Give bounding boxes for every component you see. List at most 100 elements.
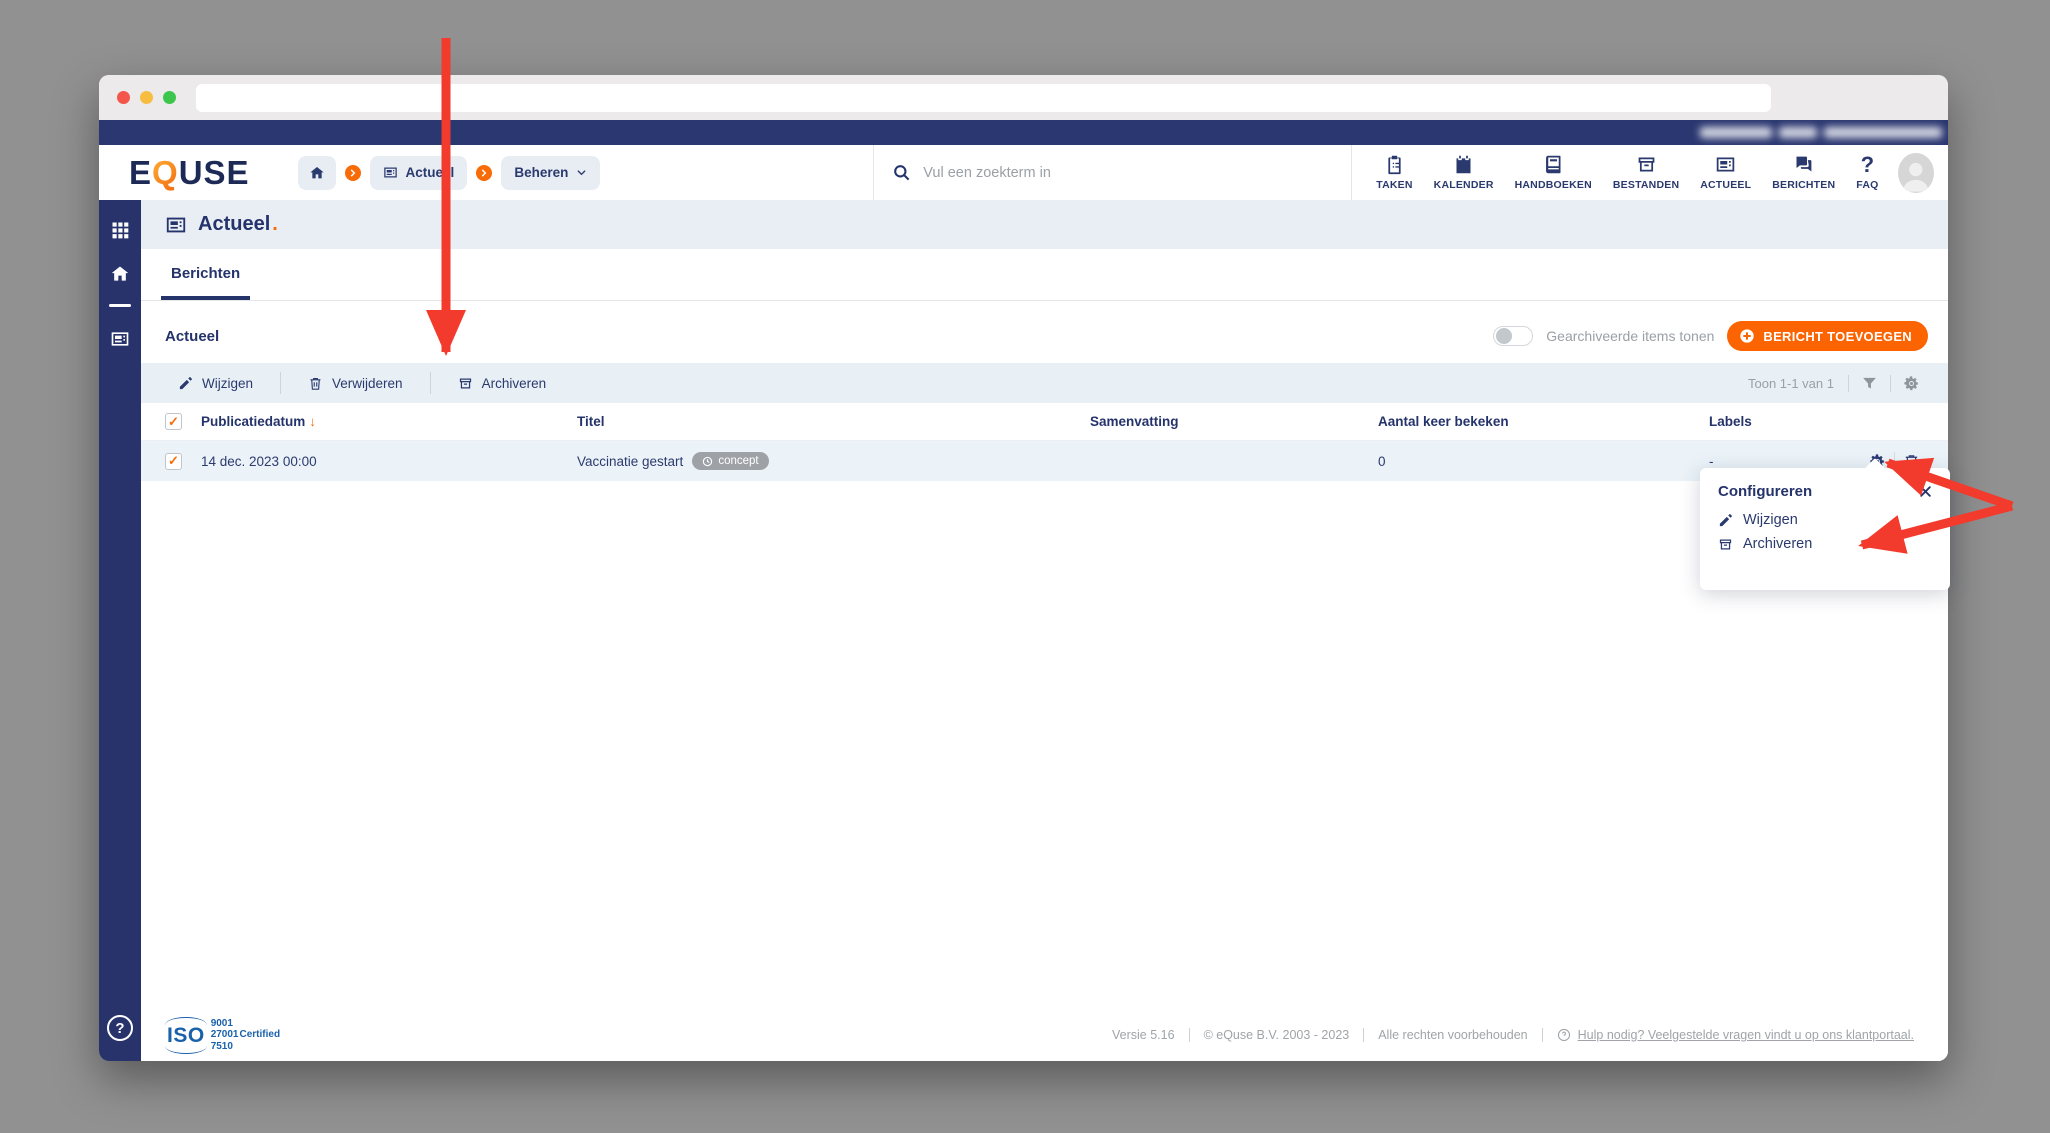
copyright-label: © eQuse B.V. 2003 - 2023 xyxy=(1188,1028,1364,1042)
nav-label: TAKEN xyxy=(1376,179,1413,191)
iso-wordmark: ISO xyxy=(165,1016,207,1054)
breadcrumb-actueel[interactable]: Actueel xyxy=(369,155,468,190)
iso-certified-label: Certified xyxy=(239,1029,281,1041)
user-avatar[interactable] xyxy=(1898,152,1934,193)
chevron-right-icon xyxy=(476,164,493,181)
chat-bubbles-icon xyxy=(1793,154,1814,175)
edit-button[interactable]: Wijzigen xyxy=(151,372,280,394)
clipboard-icon xyxy=(1384,154,1405,175)
sidebar-item-apps[interactable] xyxy=(110,220,130,240)
app-header: EQUSE Actueel Beheren TAKEN KALENDE xyxy=(99,145,1948,200)
breadcrumb-beheren-dropdown[interactable]: Beheren xyxy=(501,155,601,190)
archive-button[interactable]: Archiveren xyxy=(429,372,574,394)
nav-item-berichten[interactable]: BERICHTEN xyxy=(1772,154,1835,191)
nav-item-actueel[interactable]: ACTUEEL xyxy=(1700,154,1751,191)
sidebar-separator xyxy=(109,304,131,307)
main-panel: Actueel . Berichten Actueel Gearchiveerd… xyxy=(141,200,1948,1061)
configure-popup: Configureren Wijzigen Archiveren xyxy=(1700,458,1950,590)
home-icon xyxy=(309,165,325,181)
popup-title: Configureren xyxy=(1718,483,1813,500)
row-checkbox[interactable]: ✓ xyxy=(165,452,182,470)
nav-label: FAQ xyxy=(1856,179,1879,191)
person-icon xyxy=(1898,155,1934,193)
result-count: Toon 1-1 van 1 xyxy=(1747,375,1834,391)
search-input[interactable] xyxy=(923,164,1334,181)
sidebar-item-actueel[interactable] xyxy=(110,329,130,349)
main-nav: TAKEN KALENDER HANDBOEKEN BESTANDEN ACTU… xyxy=(1351,145,1894,200)
popup-edit-item[interactable]: Wijzigen xyxy=(1700,508,1950,532)
tab-berichten[interactable]: Berichten xyxy=(161,265,251,300)
status-badge: concept xyxy=(692,452,769,470)
gear-icon xyxy=(1903,375,1920,392)
archive-box-icon xyxy=(1718,537,1733,552)
app-root: EQUSE Actueel Beheren TAKEN KALENDE xyxy=(99,120,1948,1061)
search-icon xyxy=(892,163,911,182)
delete-button[interactable]: Verwijderen xyxy=(280,372,430,394)
select-all-checkbox[interactable]: ✓ xyxy=(165,413,182,430)
window-controls[interactable] xyxy=(117,91,176,104)
calendar-icon xyxy=(1453,154,1474,175)
nav-item-faq[interactable]: ? FAQ xyxy=(1856,152,1879,192)
cell-titel: Vaccinatie gestart concept xyxy=(577,452,1090,470)
column-aantal-keer-bekeken[interactable]: Aantal keer bekeken xyxy=(1378,414,1709,429)
column-titel[interactable]: Titel xyxy=(577,414,1090,429)
browser-window: EQUSE Actueel Beheren TAKEN KALENDE xyxy=(99,75,1948,1061)
question-mark-icon: ? xyxy=(1860,152,1875,177)
grid-icon xyxy=(110,220,130,240)
search-area xyxy=(873,145,1351,200)
help-link[interactable]: Hulp nodig? Veelgestelde vragen vindt u … xyxy=(1578,1028,1914,1042)
equse-logo[interactable]: EQUSE xyxy=(129,154,250,192)
help-button[interactable]: ? xyxy=(107,1015,133,1041)
close-icon xyxy=(1919,485,1932,498)
address-bar[interactable] xyxy=(196,83,1771,112)
column-labels[interactable]: Labels xyxy=(1709,414,1858,429)
help-link-segment: Hulp nodig? Veelgestelde vragen vindt u … xyxy=(1541,1028,1928,1042)
section-title: Actueel xyxy=(165,327,220,345)
nav-item-kalender[interactable]: KALENDER xyxy=(1434,154,1494,191)
table-header: ✓ Publicatiedatum ↓ Titel Samenvatting Aa… xyxy=(141,403,1948,441)
sidebar-item-home[interactable] xyxy=(110,264,130,284)
content-area: Actueel Gearchiveerde items tonen BERICH… xyxy=(141,301,1948,1061)
newspaper-icon xyxy=(383,165,398,180)
breadcrumb: Actueel Beheren xyxy=(297,155,601,190)
pencil-icon xyxy=(178,376,193,391)
browser-chrome xyxy=(99,75,1948,120)
nav-label: BERICHTEN xyxy=(1772,179,1836,191)
table-settings-button[interactable] xyxy=(1890,374,1932,392)
filter-button[interactable] xyxy=(1848,374,1890,392)
close-window-button[interactable] xyxy=(117,91,130,104)
chevron-down-icon xyxy=(576,167,587,178)
popup-close-button[interactable] xyxy=(1919,485,1932,498)
clock-icon xyxy=(702,456,713,467)
column-publicatiedatum[interactable]: Publicatiedatum ↓ xyxy=(201,414,577,429)
minimize-window-button[interactable] xyxy=(140,91,153,104)
newspaper-icon xyxy=(1715,154,1736,175)
home-icon xyxy=(110,264,130,284)
iso-7510: 7510 xyxy=(210,1040,233,1052)
screenshot-stage: EQUSE Actueel Beheren TAKEN KALENDE xyxy=(0,0,2050,1133)
redacted-user-info xyxy=(1700,127,1942,138)
cell-labels: - xyxy=(1709,453,1714,469)
row-delete-button[interactable] xyxy=(1895,453,1928,470)
column-samenvatting[interactable]: Samenvatting xyxy=(1090,414,1378,429)
newspaper-icon xyxy=(165,214,187,236)
sidebar: ? xyxy=(99,200,141,1061)
breadcrumb-home[interactable] xyxy=(297,155,336,190)
table-row[interactable]: ✓ 14 dec. 2023 00:00 Vaccinatie gestart … xyxy=(141,441,1948,481)
plus-circle-icon xyxy=(1739,328,1755,344)
chevron-right-icon xyxy=(344,164,361,181)
maximize-window-button[interactable] xyxy=(163,91,176,104)
tab-bar: Berichten xyxy=(141,249,1948,301)
page-title-accent: . xyxy=(272,213,278,235)
nav-item-handboeken[interactable]: HANDBOEKEN xyxy=(1515,154,1592,191)
popup-archive-item[interactable]: Archiveren xyxy=(1700,532,1950,556)
nav-item-bestanden[interactable]: BESTANDEN xyxy=(1613,154,1679,191)
iso-9001: 9001 xyxy=(210,1017,233,1029)
pencil-icon xyxy=(1718,513,1733,528)
iso-27001: 27001 xyxy=(210,1029,239,1041)
nav-item-taken[interactable]: TAKEN xyxy=(1376,154,1412,191)
page-title: Actueel xyxy=(198,213,271,235)
add-bericht-button[interactable]: BERICHT TOEVOEGEN xyxy=(1727,321,1928,351)
archived-items-toggle[interactable] xyxy=(1493,326,1534,346)
page-title-bar: Actueel . xyxy=(141,200,1948,249)
